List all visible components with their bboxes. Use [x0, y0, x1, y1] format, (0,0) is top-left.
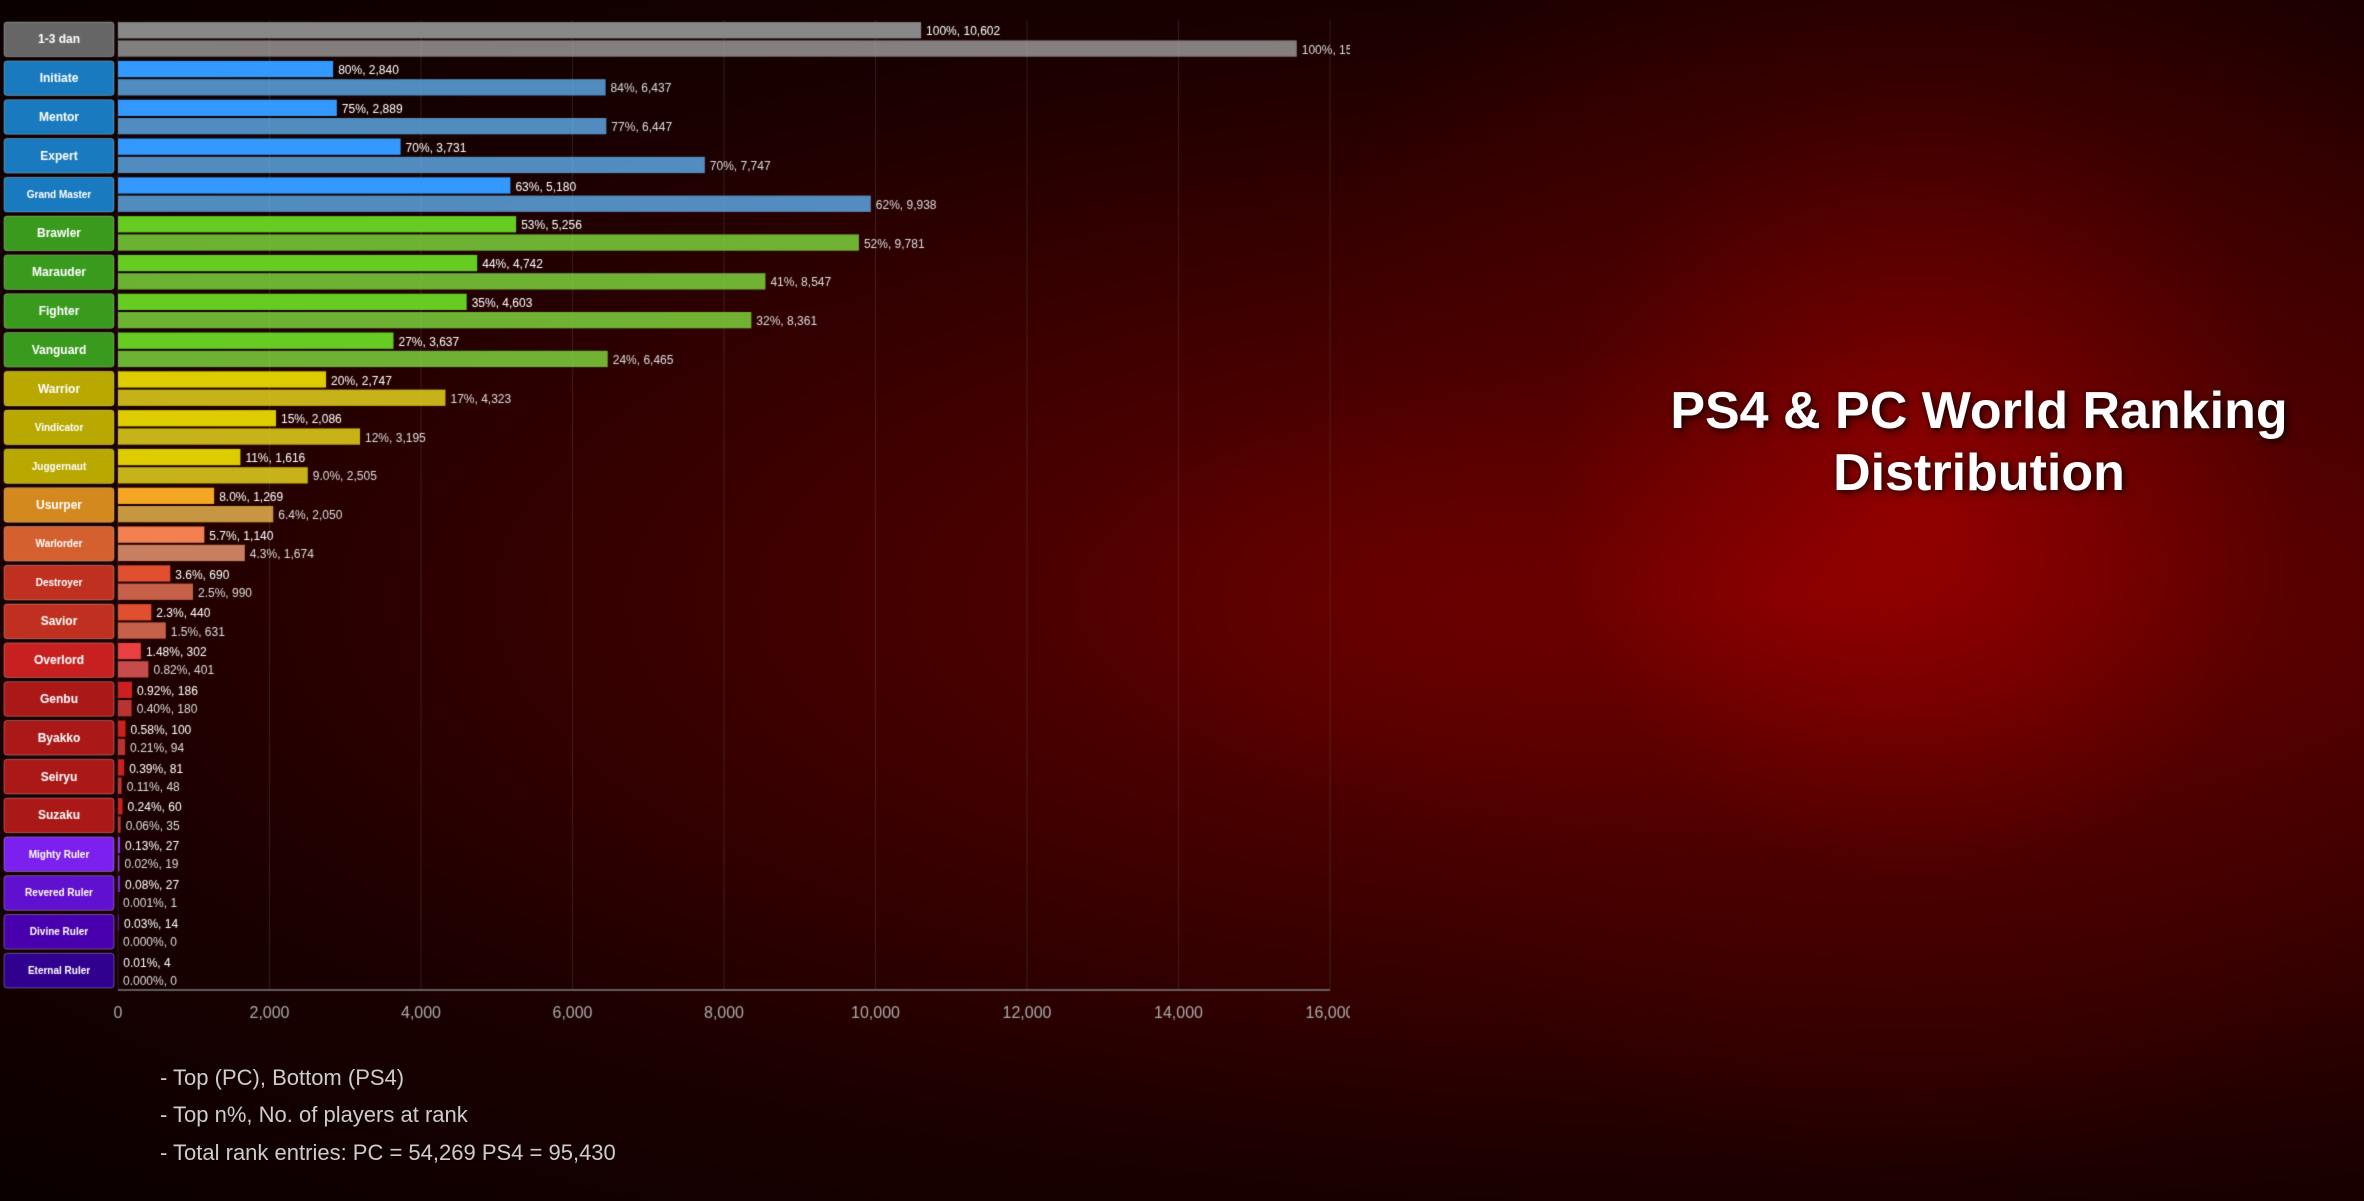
legend-line2: - Top n%, No. of players at rank [160, 1096, 616, 1133]
legend-line3: - Total rank entries: PC = 54,269 PS4 = … [160, 1134, 616, 1171]
bar-chart [0, 0, 1350, 1100]
legend-line1: - Top (PC), Bottom (PS4) [160, 1059, 616, 1096]
chart-title: PS4 & PC World Ranking Distribution [1654, 380, 2304, 505]
legend-area: - Top (PC), Bottom (PS4) - Top n%, No. o… [160, 1059, 616, 1171]
